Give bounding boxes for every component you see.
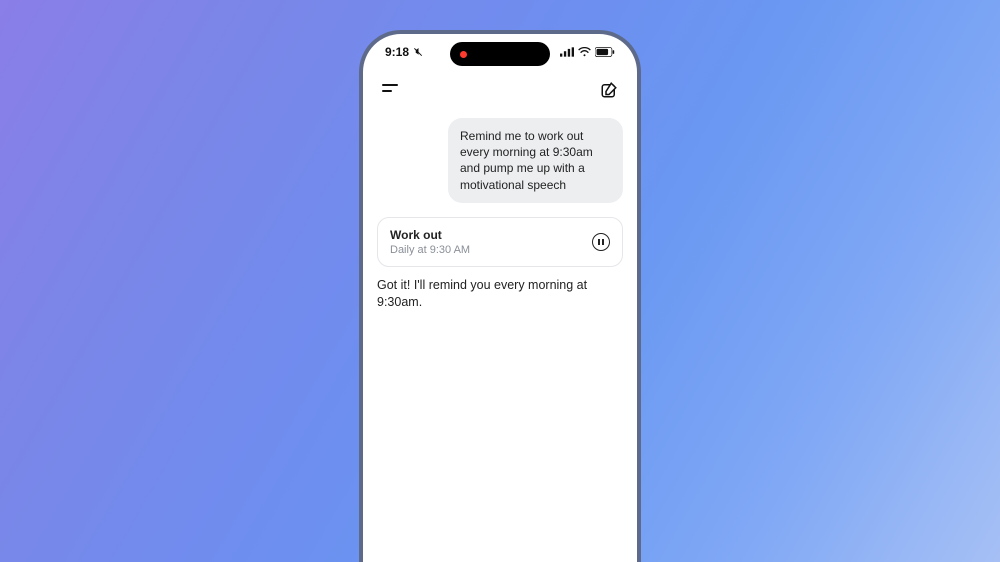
wifi-icon [578, 47, 591, 57]
cellular-icon [560, 47, 574, 57]
silent-icon [413, 47, 424, 58]
status-bar: 9:18 [363, 34, 637, 64]
battery-icon [595, 47, 615, 57]
task-card[interactable]: Work out Daily at 9:30 AM [377, 217, 623, 267]
task-info: Work out Daily at 9:30 AM [390, 228, 470, 256]
status-left: 9:18 [385, 45, 424, 59]
status-right [560, 47, 615, 57]
user-message-text: Remind me to work out every morning at 9… [460, 129, 593, 192]
task-title: Work out [390, 228, 470, 242]
dynamic-island [450, 42, 550, 66]
pause-button[interactable] [592, 233, 610, 251]
phone-frame: 9:18 [359, 30, 641, 562]
compose-button[interactable] [597, 78, 621, 102]
assistant-message-text: Got it! I'll remind you every morning at… [377, 278, 587, 310]
menu-button[interactable] [379, 78, 403, 102]
compose-icon [600, 81, 618, 99]
conversation: Remind me to work out every morning at 9… [363, 108, 637, 322]
user-message: Remind me to work out every morning at 9… [448, 118, 623, 203]
status-time: 9:18 [385, 45, 409, 59]
recording-dot-icon [460, 51, 467, 58]
app-header [363, 64, 637, 108]
task-schedule: Daily at 9:30 AM [390, 244, 470, 256]
menu-icon [382, 84, 400, 96]
pause-icon [598, 239, 604, 245]
assistant-message: Got it! I'll remind you every morning at… [377, 277, 607, 312]
